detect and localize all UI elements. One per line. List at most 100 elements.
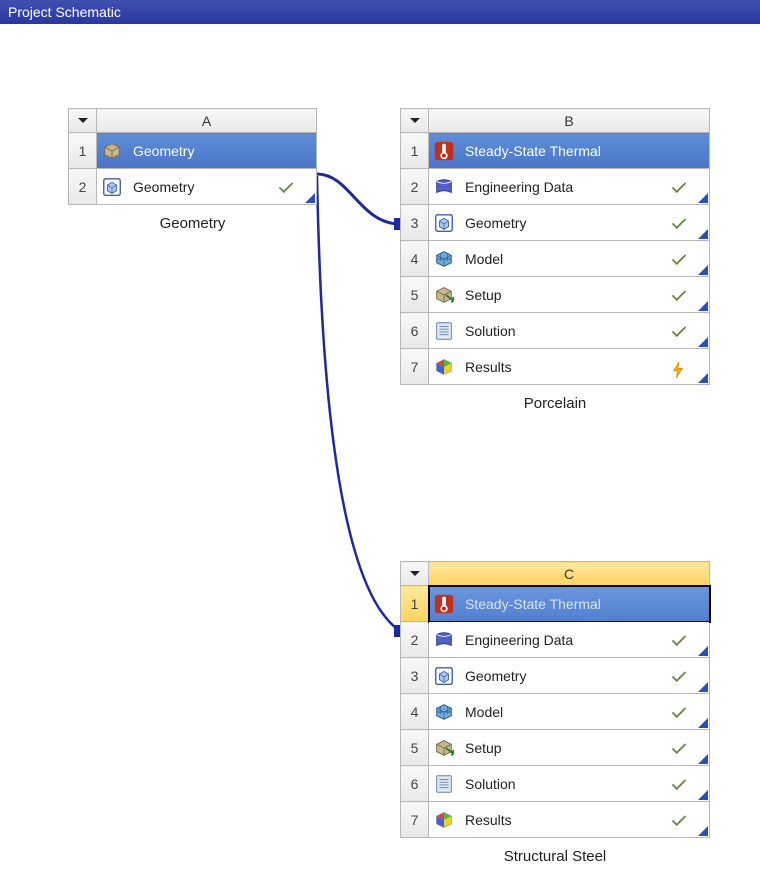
cell-label: Solution	[465, 323, 516, 339]
checkmark-icon	[671, 814, 687, 826]
block-b-menu[interactable]	[401, 109, 429, 133]
checkmark-icon	[671, 181, 687, 193]
cell-label: Results	[465, 359, 512, 375]
system-c-caption[interactable]: Structural Steel	[400, 848, 710, 865]
system-block-b[interactable]: B 1 Steady-State Thermal 2 Engineering D…	[400, 108, 710, 412]
cell-label: Engineering Data	[465, 179, 573, 195]
system-c-solution-cell[interactable]: Solution	[429, 766, 710, 802]
window-title: Project Schematic	[8, 4, 121, 20]
window-titlebar: Project Schematic	[0, 0, 760, 24]
row-number: 7	[401, 802, 429, 838]
results-icon	[433, 809, 455, 831]
checkmark-icon	[671, 253, 687, 265]
setup-icon	[433, 284, 455, 306]
chevron-down-icon	[408, 569, 422, 579]
cell-label: Steady-State Thermal	[465, 143, 601, 159]
checkmark-icon	[671, 634, 687, 646]
thermal-icon	[433, 593, 455, 615]
row-number: 5	[401, 277, 429, 313]
system-b-caption[interactable]: Porcelain	[400, 395, 710, 412]
model-icon	[433, 701, 455, 723]
system-block-a[interactable]: A 1 Geometry 2 Geometry Geometry	[68, 108, 317, 232]
row-number: 6	[401, 313, 429, 349]
column-header-b[interactable]: B	[429, 109, 710, 133]
checkmark-icon	[671, 742, 687, 754]
block-c-menu[interactable]	[401, 562, 429, 586]
cell-label: Steady-State Thermal	[465, 596, 601, 612]
share-indicator	[698, 301, 708, 311]
share-indicator	[698, 718, 708, 728]
share-indicator	[698, 682, 708, 692]
cell-label: Geometry	[465, 215, 526, 231]
row-number: 1	[69, 133, 97, 169]
system-b-engdata-cell[interactable]: Engineering Data	[429, 169, 710, 205]
system-b-setup-cell[interactable]: Setup	[429, 277, 710, 313]
system-c-model-cell[interactable]: Model	[429, 694, 710, 730]
column-header-a[interactable]: A	[97, 109, 317, 133]
schematic-canvas[interactable]: A 1 Geometry 2 Geometry Geometry	[0, 24, 760, 872]
column-header-c[interactable]: C	[429, 562, 710, 586]
cell-label: Setup	[465, 740, 502, 756]
row-number: 3	[401, 205, 429, 241]
share-indicator	[698, 229, 708, 239]
row-number: 1	[401, 133, 429, 169]
cell-label: Solution	[465, 776, 516, 792]
share-indicator	[305, 193, 315, 203]
engdata-icon	[433, 629, 455, 651]
checkmark-icon	[671, 778, 687, 790]
row-number: 4	[401, 241, 429, 277]
geometry-cell-icon	[433, 665, 455, 687]
share-indicator	[698, 373, 708, 383]
share-indicator	[698, 826, 708, 836]
row-number: 5	[401, 730, 429, 766]
system-a-geometry-cell[interactable]: Geometry	[97, 169, 317, 205]
system-b-solution-cell[interactable]: Solution	[429, 313, 710, 349]
system-block-c[interactable]: C 1 Steady-State Thermal 2 Engineering D…	[400, 561, 710, 865]
thermal-icon	[433, 140, 455, 162]
geometry-cell-icon	[101, 176, 123, 198]
block-a-menu[interactable]	[69, 109, 97, 133]
share-indicator	[698, 265, 708, 275]
solution-icon	[433, 320, 455, 342]
share-indicator	[698, 646, 708, 656]
system-b-results-cell[interactable]: Results	[429, 349, 710, 385]
geometry-cell-icon	[433, 212, 455, 234]
row-number: 4	[401, 694, 429, 730]
system-c-results-cell[interactable]: Results	[429, 802, 710, 838]
solution-icon	[433, 773, 455, 795]
results-icon	[433, 356, 455, 378]
checkmark-icon	[278, 181, 294, 193]
share-indicator	[698, 754, 708, 764]
system-c-setup-cell[interactable]: Setup	[429, 730, 710, 766]
engdata-icon	[433, 176, 455, 198]
system-c-title-cell[interactable]: Steady-State Thermal	[429, 586, 710, 622]
share-indicator	[698, 193, 708, 203]
system-b-geometry-cell[interactable]: Geometry	[429, 205, 710, 241]
system-a-caption[interactable]: Geometry	[68, 215, 317, 232]
row-number: 2	[69, 169, 97, 205]
bolt-icon	[671, 361, 687, 373]
cell-label: Model	[465, 704, 503, 720]
system-a-title-cell[interactable]: Geometry	[97, 133, 317, 169]
system-b-title-cell[interactable]: Steady-State Thermal	[429, 133, 710, 169]
chevron-down-icon	[76, 116, 90, 126]
row-number: 7	[401, 349, 429, 385]
checkmark-icon	[671, 289, 687, 301]
cell-label: Engineering Data	[465, 632, 573, 648]
cell-label: Results	[465, 812, 512, 828]
checkmark-icon	[671, 670, 687, 682]
geometry-comp-icon	[101, 140, 123, 162]
system-c-engdata-cell[interactable]: Engineering Data	[429, 622, 710, 658]
row-number: 3	[401, 658, 429, 694]
row-number: 1	[401, 586, 429, 622]
cell-label: Geometry	[465, 668, 526, 684]
share-indicator	[698, 790, 708, 800]
row-number: 6	[401, 766, 429, 802]
row-number: 2	[401, 622, 429, 658]
cell-label: Model	[465, 251, 503, 267]
system-c-geometry-cell[interactable]: Geometry	[429, 658, 710, 694]
checkmark-icon	[671, 325, 687, 337]
system-b-model-cell[interactable]: Model	[429, 241, 710, 277]
row-number: 2	[401, 169, 429, 205]
chevron-down-icon	[408, 116, 422, 126]
